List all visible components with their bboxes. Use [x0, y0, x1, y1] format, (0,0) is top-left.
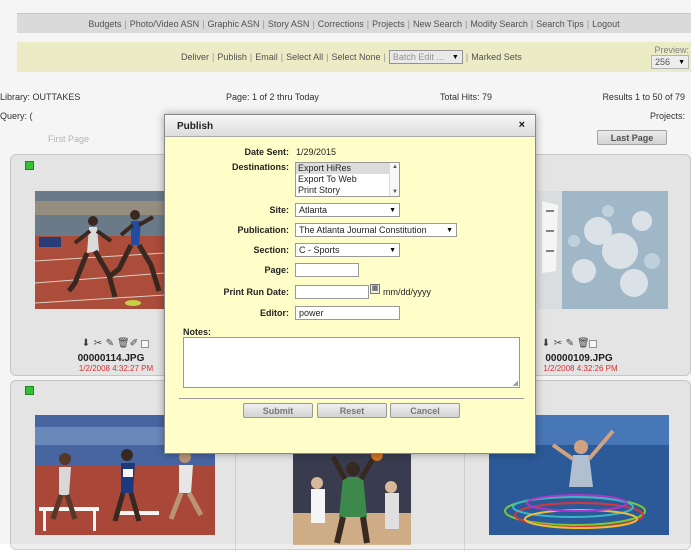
dialog-titlebar: Publish ×: [165, 115, 535, 137]
scroll-up-icon[interactable]: ▲: [392, 164, 398, 170]
section-select[interactable]: C - Sports ▼: [295, 243, 400, 257]
section-label: Section:: [253, 245, 289, 255]
notes-label: Notes:: [183, 327, 212, 337]
site-select[interactable]: Atlanta ▼: [295, 203, 400, 217]
date-sent-value: 1/29/2015: [296, 147, 337, 157]
listbox-scrollbar[interactable]: ▲ ▼: [389, 163, 399, 196]
reset-button[interactable]: Reset: [317, 403, 387, 418]
section-value: C - Sports: [299, 245, 340, 255]
publication-value: The Atlanta Journal Constitution: [299, 225, 427, 235]
submit-button[interactable]: Submit: [243, 403, 313, 418]
editor-input[interactable]: power: [295, 306, 400, 320]
print-run-date-input[interactable]: [295, 285, 369, 299]
publication-select[interactable]: The Atlanta Journal Constitution ▼: [295, 223, 457, 237]
publication-label: Publication:: [237, 225, 290, 235]
cancel-button[interactable]: Cancel: [390, 403, 460, 418]
close-icon[interactable]: ×: [519, 119, 525, 131]
page-input[interactable]: [295, 263, 359, 277]
dropdown-arrow-icon: ▼: [389, 246, 396, 254]
notes-textarea[interactable]: ◢: [183, 337, 520, 388]
editor-label: Editor:: [260, 308, 289, 318]
dialog-divider: [179, 398, 524, 399]
site-value: Atlanta: [299, 205, 328, 215]
publish-dialog: Publish × Date Sent: 1/29/2015 Destinati…: [164, 114, 536, 454]
page-label: Page:: [264, 265, 289, 275]
destinations-listbox[interactable]: Export HiRes Export To Web Print Story ▲…: [295, 162, 400, 197]
site-label: Site:: [269, 205, 289, 215]
print-run-date-label: Print Run Date:: [223, 287, 289, 297]
dropdown-arrow-icon: ▼: [389, 206, 396, 214]
destinations-label: Destinations:: [231, 162, 289, 172]
destination-option[interactable]: Export HiRes: [296, 163, 399, 174]
date-format-hint: mm/dd/yyyy: [383, 287, 432, 297]
resize-handle-icon[interactable]: ◢: [513, 379, 518, 387]
dropdown-arrow-icon: ▼: [446, 226, 453, 234]
scroll-down-icon[interactable]: ▼: [392, 189, 398, 195]
dialog-title: Publish: [177, 121, 214, 132]
destination-option[interactable]: Export To Web: [296, 174, 399, 185]
date-sent-label: Date Sent:: [244, 147, 289, 157]
destination-option[interactable]: Print Story: [296, 185, 399, 196]
calendar-icon[interactable]: ▦: [370, 284, 380, 294]
